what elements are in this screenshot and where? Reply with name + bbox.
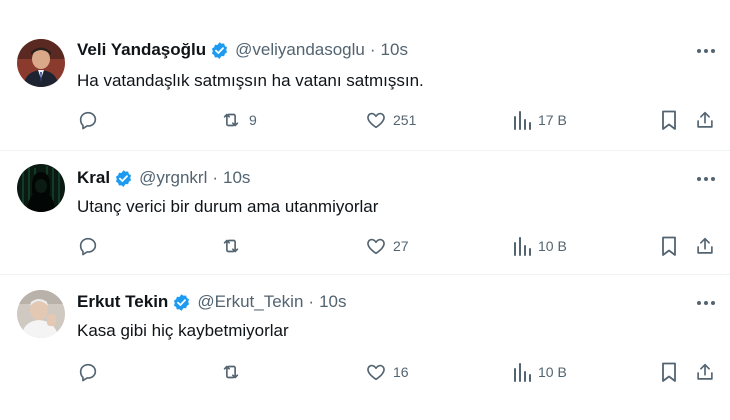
- views-count: 10 B: [538, 238, 567, 254]
- share-button[interactable]: [694, 107, 716, 133]
- display-name[interactable]: Veli Yandaşoğlu: [77, 40, 206, 60]
- more-icon[interactable]: [694, 293, 718, 313]
- reply-button[interactable]: [77, 233, 99, 259]
- bookmark-button[interactable]: [659, 233, 679, 259]
- like-count: 27: [393, 238, 409, 254]
- views-chart-icon: [512, 109, 532, 131]
- views-chart-icon: [512, 361, 532, 383]
- retweet-button[interactable]: 9: [219, 107, 257, 133]
- heart-icon: [365, 361, 387, 383]
- reply-icon: [77, 361, 99, 383]
- bookmark-icon: [659, 361, 679, 383]
- views-count: 10 B: [538, 364, 567, 380]
- views-button[interactable]: 17 B: [512, 107, 567, 133]
- tweet-text: Kasa gibi hiç kaybetmiyorlar: [77, 321, 289, 340]
- like-button[interactable]: 27: [365, 233, 409, 259]
- reply-icon: [77, 109, 99, 131]
- timestamp[interactable]: 10s: [223, 168, 250, 188]
- tweet-3[interactable]: Erkut Tekin @Erkut_Tekin · 10s Kasa gibi…: [0, 275, 730, 420]
- bookmark-icon: [659, 109, 679, 131]
- separator-dot: ·: [308, 292, 315, 311]
- like-count: 251: [393, 112, 417, 128]
- share-icon: [694, 235, 716, 257]
- avatar[interactable]: [17, 290, 65, 338]
- avatar[interactable]: [17, 39, 65, 87]
- more-icon[interactable]: [694, 41, 718, 61]
- tweet-text: Utanç verici bir durum ama utanmiyorlar: [77, 197, 379, 216]
- avatar[interactable]: [17, 164, 65, 212]
- retweet-count: 9: [249, 112, 257, 128]
- action-bar: 27 10 B: [77, 233, 717, 259]
- share-icon: [694, 109, 716, 131]
- reply-icon: [77, 235, 99, 257]
- timestamp[interactable]: 10s: [381, 40, 408, 60]
- heart-icon: [365, 109, 387, 131]
- views-chart-icon: [512, 235, 532, 257]
- retweet-button[interactable]: [219, 359, 249, 385]
- bookmark-button[interactable]: [659, 359, 679, 385]
- views-button[interactable]: 10 B: [512, 359, 567, 385]
- user-handle[interactable]: @Erkut_Tekin: [197, 292, 303, 312]
- display-name[interactable]: Erkut Tekin: [77, 292, 168, 312]
- reply-button[interactable]: [77, 359, 99, 385]
- display-name[interactable]: Kral: [77, 168, 110, 188]
- user-handle[interactable]: @yrgnkrl: [139, 168, 207, 188]
- action-bar: 9 251 17 B: [77, 107, 717, 133]
- retweet-icon: [219, 235, 243, 257]
- timestamp[interactable]: 10s: [319, 292, 346, 312]
- tweet-2[interactable]: Kral @yrgnkrl · 10s Utanç verici bir dur…: [0, 151, 730, 274]
- views-count: 17 B: [538, 112, 567, 128]
- like-button[interactable]: 16: [365, 359, 409, 385]
- user-handle[interactable]: @veliyandasoglu: [235, 40, 365, 60]
- action-bar: 16 10 B: [77, 359, 717, 385]
- tweet-header: Erkut Tekin @Erkut_Tekin · 10s: [77, 291, 347, 313]
- verified-badge-icon: [114, 169, 133, 188]
- tweet-feed: Veli Yandaşoğlu @veliyandasoglu · 10s Ha…: [0, 0, 730, 420]
- bookmark-icon: [659, 235, 679, 257]
- heart-icon: [365, 235, 387, 257]
- retweet-icon: [219, 361, 243, 383]
- reply-button[interactable]: [77, 107, 99, 133]
- verified-badge-icon: [210, 41, 229, 60]
- tweet-1[interactable]: Veli Yandaşoğlu @veliyandasoglu · 10s Ha…: [0, 0, 730, 150]
- separator-dot: ·: [212, 168, 219, 187]
- like-button[interactable]: 251: [365, 107, 416, 133]
- retweet-icon: [219, 109, 243, 131]
- tweet-header: Kral @yrgnkrl · 10s: [77, 167, 250, 189]
- like-count: 16: [393, 364, 409, 380]
- tweet-header: Veli Yandaşoğlu @veliyandasoglu · 10s: [77, 39, 408, 61]
- share-button[interactable]: [694, 359, 716, 385]
- bookmark-button[interactable]: [659, 107, 679, 133]
- retweet-button[interactable]: [219, 233, 249, 259]
- share-icon: [694, 361, 716, 383]
- more-icon[interactable]: [694, 169, 718, 189]
- separator-dot: ·: [369, 40, 376, 59]
- verified-badge-icon: [172, 293, 191, 312]
- share-button[interactable]: [694, 233, 716, 259]
- tweet-text: Ha vatandaşlık satmışsın ha vatanı satmı…: [77, 71, 424, 90]
- views-button[interactable]: 10 B: [512, 233, 567, 259]
